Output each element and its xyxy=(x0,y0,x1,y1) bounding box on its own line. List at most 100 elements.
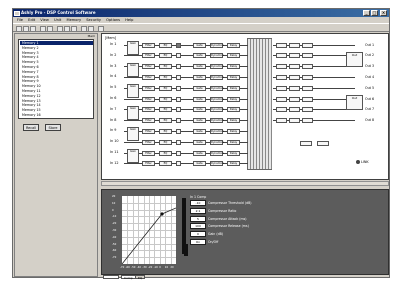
output-block[interactable]: Out xyxy=(346,95,363,111)
tab-nav-buttons[interactable] xyxy=(103,275,119,279)
processing-block[interactable]: Gate xyxy=(193,85,206,91)
processing-block[interactable]: Filter xyxy=(142,42,155,48)
cut-icon[interactable] xyxy=(57,25,63,32)
transfer-curve-graph[interactable] xyxy=(122,196,176,264)
recall-button[interactable]: Recall xyxy=(23,124,39,131)
param-value-field[interactable]: -10 xyxy=(190,200,206,206)
output-processing-block[interactable] xyxy=(302,74,313,80)
processing-block[interactable]: EQ xyxy=(159,118,172,124)
input-gain-block[interactable]: Gain xyxy=(127,149,139,163)
mixer-matrix[interactable] xyxy=(247,38,272,170)
input-gain-block[interactable]: Gain xyxy=(127,62,139,77)
processing-block[interactable]: Delay xyxy=(227,118,240,124)
memory-list-item[interactable]: Memory 6 xyxy=(20,65,93,69)
output-processing-block[interactable] xyxy=(289,64,300,70)
output-processing-block[interactable] xyxy=(302,85,313,91)
memory-list-item[interactable]: Memory 9 xyxy=(20,79,93,83)
save-icon[interactable] xyxy=(30,25,36,32)
processing-block[interactable]: Dynamics xyxy=(210,53,224,59)
memory-list-item[interactable]: Memory 7 xyxy=(20,70,93,74)
processing-block[interactable]: Gate xyxy=(193,42,206,48)
processing-block[interactable]: EQ xyxy=(159,85,172,91)
processing-block[interactable]: EQ xyxy=(159,150,172,156)
menu-edit[interactable]: Edit xyxy=(28,18,35,22)
input-gain-block[interactable]: Gain xyxy=(127,105,139,120)
processing-block[interactable]: Filter xyxy=(142,53,155,59)
input-gain-block[interactable]: Gain xyxy=(127,127,139,142)
processing-block[interactable]: Delay xyxy=(227,128,240,134)
processing-block[interactable]: Delay xyxy=(227,74,240,80)
menu-file[interactable]: File xyxy=(17,18,23,22)
processing-block[interactable]: Dynamics xyxy=(210,118,224,124)
processing-block[interactable]: Filter xyxy=(142,96,155,102)
processing-block[interactable]: Filter xyxy=(142,139,155,145)
processing-block[interactable]: EQ xyxy=(159,96,172,102)
preview-icon[interactable] xyxy=(47,25,53,32)
copy-icon[interactable] xyxy=(64,25,70,32)
param-value-field[interactable]: 2:1 xyxy=(190,207,206,214)
processing-block[interactable]: Gate xyxy=(193,139,206,145)
memory-list-item[interactable]: Memory 10 xyxy=(20,84,93,88)
processing-block[interactable]: Dynamics xyxy=(210,74,224,80)
processing-block[interactable]: Gate xyxy=(193,118,206,124)
processing-block[interactable]: Dynamics xyxy=(210,139,224,145)
link-block-a[interactable] xyxy=(300,141,312,146)
output-processing-block[interactable] xyxy=(276,107,287,113)
processing-block[interactable]: Gate xyxy=(193,96,206,102)
output-processing-block[interactable] xyxy=(276,85,287,91)
processing-block[interactable] xyxy=(176,96,181,102)
open-icon[interactable] xyxy=(23,25,29,32)
memory-list-item[interactable]: Memory 13 xyxy=(20,99,93,103)
param-value-field[interactable]: 5 xyxy=(190,215,206,222)
processing-block[interactable]: Filter xyxy=(142,85,155,91)
output-processing-block[interactable] xyxy=(276,42,287,48)
processing-block[interactable]: Filter xyxy=(142,150,155,156)
menu-memory[interactable]: Memory xyxy=(66,18,81,22)
store-button[interactable]: Store xyxy=(45,124,61,131)
minimize-button[interactable]: _ xyxy=(363,10,370,16)
processing-block[interactable]: EQ xyxy=(159,64,172,70)
menu-options[interactable]: Options xyxy=(106,18,120,22)
output-processing-block[interactable] xyxy=(302,107,313,113)
param-value-field[interactable]: 100 xyxy=(190,223,206,230)
processing-block[interactable]: Delay xyxy=(227,64,240,70)
processing-block[interactable]: Gate xyxy=(193,107,206,113)
menu-unit[interactable]: Unit xyxy=(54,18,61,22)
processing-block[interactable]: Filter xyxy=(142,128,155,134)
processing-block[interactable]: Gate xyxy=(193,53,206,59)
output-processing-block[interactable] xyxy=(302,118,313,124)
output-processing-block[interactable] xyxy=(302,64,313,70)
print-icon[interactable] xyxy=(40,25,46,32)
memory-list-item[interactable]: Memory 11 xyxy=(20,89,93,93)
processing-block[interactable] xyxy=(176,74,181,80)
memory-list-item[interactable]: Memory 16 xyxy=(20,113,93,117)
memory-list-item[interactable]: Memory 12 xyxy=(20,94,93,98)
redo-icon[interactable] xyxy=(88,25,94,32)
output-processing-block[interactable] xyxy=(302,53,313,59)
processing-block[interactable]: EQ xyxy=(159,139,172,145)
processing-block[interactable]: Delay xyxy=(227,161,240,167)
processing-block[interactable]: Delay xyxy=(227,150,240,156)
processing-block[interactable]: Gate xyxy=(193,64,206,70)
processing-block[interactable] xyxy=(176,118,181,124)
input-gain-block[interactable]: Gain xyxy=(127,84,139,99)
output-processing-block[interactable] xyxy=(276,64,287,70)
processing-block[interactable] xyxy=(176,42,181,48)
memory-list-item[interactable]: Memory 8 xyxy=(20,75,93,79)
memory-list[interactable]: Memory 1 Memory 2 Memory 3 Memory 4 Memory 5… xyxy=(18,39,94,119)
processing-block[interactable]: Delay xyxy=(227,53,240,59)
menu-help[interactable]: Help xyxy=(125,18,133,22)
output-processing-block[interactable] xyxy=(289,42,300,48)
processing-block[interactable]: Dynamics xyxy=(210,161,224,167)
output-block[interactable]: Out xyxy=(346,52,363,67)
menu-security[interactable]: Security xyxy=(86,18,101,22)
output-processing-block[interactable] xyxy=(289,118,300,124)
processing-block[interactable] xyxy=(176,128,181,134)
processing-block[interactable]: Filter xyxy=(142,107,155,113)
tab-comp[interactable]: Comp xyxy=(121,275,136,280)
input-gain-block[interactable]: Gain xyxy=(127,41,139,55)
memory-list-item[interactable]: Memory 4 xyxy=(20,55,93,59)
processing-block[interactable]: Gate xyxy=(193,150,206,156)
processing-block[interactable]: Delay xyxy=(227,96,240,102)
processing-block[interactable]: Delay xyxy=(227,107,240,113)
